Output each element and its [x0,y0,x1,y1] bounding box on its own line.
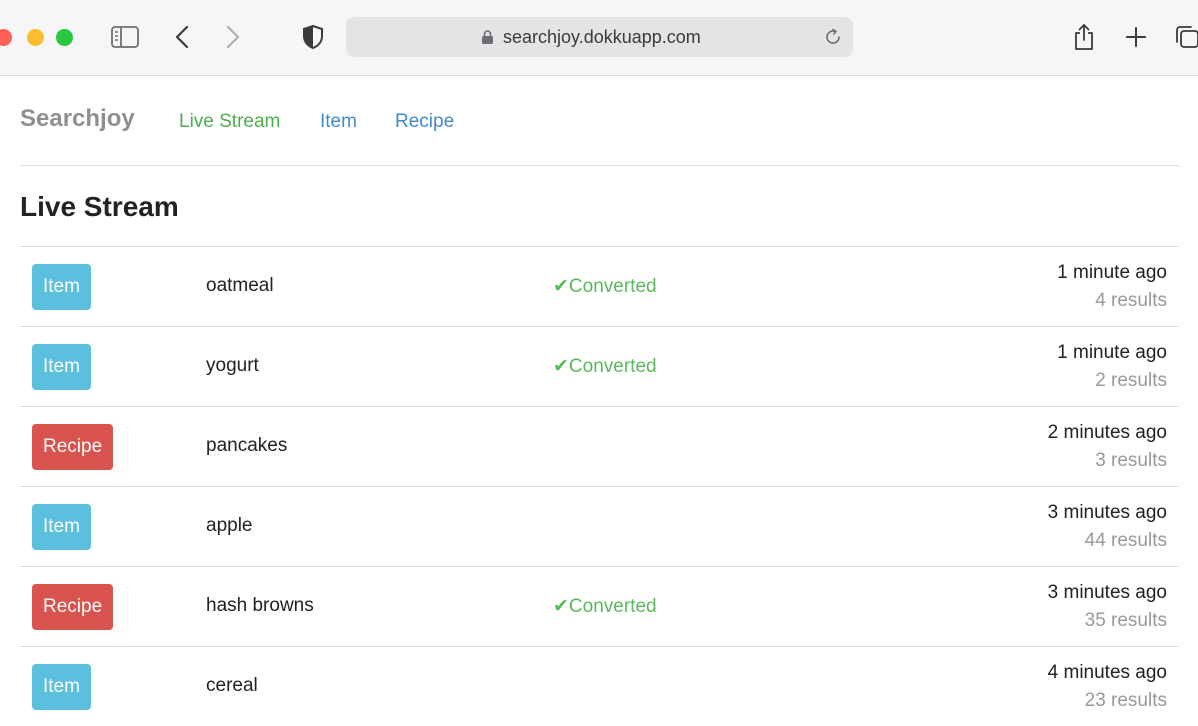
sidebar-icon[interactable] [110,22,140,52]
search-query: hash browns [206,595,314,616]
converted-label: ✔Converted [553,276,657,297]
nav-link-recipe[interactable]: Recipe [395,111,454,133]
search-query: pancakes [206,435,288,456]
search-time: 4 minutes ago [1047,662,1167,683]
forward-icon[interactable] [218,22,248,52]
close-window-button[interactable] [0,29,12,46]
table-row: Item yogurt ✔Converted 1 minute ago 2 re… [20,327,1179,407]
result-count: 3 results [1095,450,1167,471]
new-tab-icon[interactable] [1121,22,1151,52]
back-icon[interactable] [167,22,197,52]
result-count: 2 results [1095,370,1167,391]
search-time: 1 minute ago [1057,342,1167,363]
result-count: 4 results [1095,290,1167,311]
type-badge: Item [32,344,91,390]
nav-link-live-stream[interactable]: Live Stream [179,111,280,133]
table-row: Item oatmeal ✔Converted 1 minute ago 4 r… [20,247,1179,327]
search-time: 2 minutes ago [1047,422,1167,443]
type-badge: Item [32,264,91,310]
type-badge: Recipe [32,424,114,470]
type-badge: Item [32,504,91,550]
result-count: 23 results [1084,690,1167,711]
result-count: 35 results [1084,610,1167,631]
address-bar[interactable]: searchjoy.dokkuapp.com [346,17,853,57]
search-time: 3 minutes ago [1047,502,1167,523]
minimize-window-button[interactable] [27,29,44,46]
search-query: cereal [206,675,258,696]
table-row: Item apple 3 minutes ago 44 results [20,487,1179,567]
search-time: 3 minutes ago [1047,582,1167,603]
tabs-overview-icon[interactable] [1172,22,1198,52]
browser-toolbar: searchjoy.dokkuapp.com [0,0,1198,76]
url-text[interactable]: searchjoy.dokkuapp.com [503,27,701,48]
table-row: Item cereal 4 minutes ago 23 results [20,647,1179,726]
zoom-window-button[interactable] [56,29,73,46]
type-badge: Item [32,664,91,710]
brand-link[interactable]: Searchjoy [20,105,135,133]
nav-link-item[interactable]: Item [320,111,357,133]
table-row: Recipe pancakes 2 minutes ago 3 results [20,407,1179,487]
lock-icon [481,29,494,50]
table-row: Recipe hash browns ✔Converted 3 minutes … [20,567,1179,647]
page-title: Live Stream [20,191,179,222]
search-time: 1 minute ago [1057,262,1167,283]
share-icon[interactable] [1069,22,1099,52]
reload-icon[interactable] [824,28,842,51]
search-query: yogurt [206,355,259,376]
search-query: apple [206,515,253,536]
searches-table: Item oatmeal ✔Converted 1 minute ago 4 r… [20,246,1179,726]
type-badge: Recipe [32,584,114,630]
privacy-shield-icon[interactable] [298,22,328,52]
converted-label: ✔Converted [553,596,657,617]
app-navbar: Searchjoy Live Stream Item Recipe [20,76,1179,166]
search-query: oatmeal [206,275,274,296]
result-count: 44 results [1084,530,1167,551]
converted-label: ✔Converted [553,356,657,377]
